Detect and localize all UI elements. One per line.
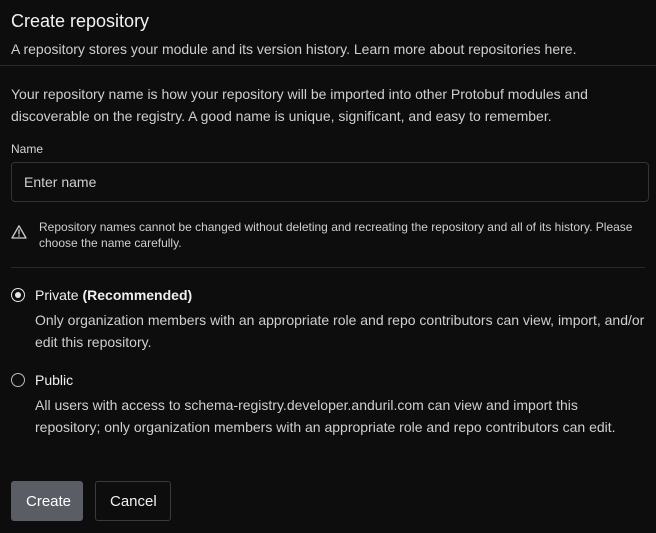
recommended-tag: (Recommended) bbox=[82, 287, 193, 303]
cancel-button[interactable]: Cancel bbox=[95, 481, 171, 521]
dialog-title: Create repository bbox=[11, 11, 150, 31]
private-radio-row: Private (Recommended) bbox=[11, 286, 645, 304]
public-radio-row: Public bbox=[11, 371, 645, 389]
warning-triangle-icon bbox=[11, 225, 27, 239]
visibility-option-public[interactable]: Public All users with access to schema-r… bbox=[11, 371, 645, 438]
public-description: All users with access to schema-registry… bbox=[35, 397, 616, 435]
public-radio-label[interactable]: Public bbox=[35, 372, 73, 388]
create-repository-dialog: Create repository A repository stores yo… bbox=[0, 0, 656, 533]
dialog-actions: Create Cancel bbox=[11, 481, 171, 521]
private-radio[interactable] bbox=[11, 288, 25, 302]
section-divider bbox=[11, 267, 645, 268]
dialog-body: Your repository name is how your reposit… bbox=[0, 66, 656, 438]
dialog-subtitle: A repository stores your module and its … bbox=[11, 41, 577, 57]
visibility-option-private[interactable]: Private (Recommended) Only organization … bbox=[11, 286, 645, 353]
name-input[interactable] bbox=[11, 162, 649, 202]
dialog-header: Create repository A repository stores yo… bbox=[0, 0, 656, 66]
create-button[interactable]: Create bbox=[11, 481, 83, 521]
name-warning: Repository names cannot be changed witho… bbox=[11, 219, 645, 251]
private-radio-label[interactable]: Private (Recommended) bbox=[35, 287, 192, 303]
name-field-label: Name bbox=[11, 142, 44, 156]
public-radio[interactable] bbox=[11, 373, 25, 387]
warning-text: Repository names cannot be changed witho… bbox=[39, 220, 633, 250]
private-label-text: Private bbox=[35, 287, 79, 303]
private-description: Only organization members with an approp… bbox=[35, 312, 645, 350]
intro-text: Your repository name is how your reposit… bbox=[11, 86, 588, 124]
visibility-radio-group: Private (Recommended) Only organization … bbox=[11, 286, 645, 438]
